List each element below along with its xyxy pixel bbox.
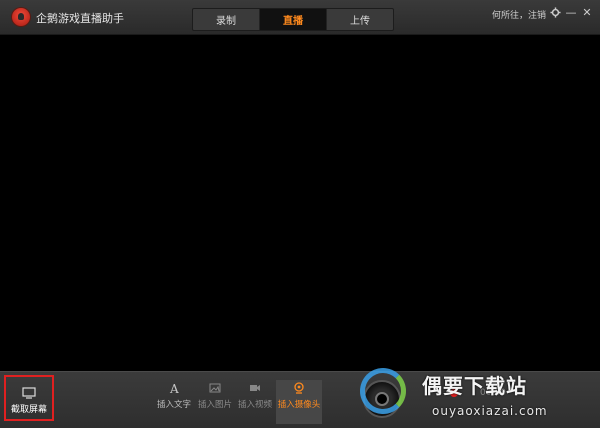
- text-icon: A: [169, 382, 179, 394]
- monitor-icon: [22, 387, 36, 399]
- mode-tabs: 录制 直播 上传: [192, 8, 394, 31]
- insert-text-button[interactable]: A 插入文字: [155, 382, 193, 422]
- insert-webcam-button[interactable]: 插入摄像头: [276, 380, 322, 424]
- user-logout-link[interactable]: 何所往，注销: [492, 8, 546, 21]
- tab-record[interactable]: 录制: [193, 9, 260, 30]
- insert-video-label: 插入视频: [237, 400, 272, 410]
- image-icon: [209, 383, 221, 393]
- webcam-icon: [294, 382, 304, 394]
- video-icon: [250, 385, 260, 391]
- insert-image-button[interactable]: 插入图片: [196, 382, 234, 422]
- svg-text:A: A: [169, 382, 179, 394]
- title-bar: 企鹅游戏直播助手 录制 直播 上传 何所往，注销 — ✕: [0, 0, 600, 35]
- insert-text-label: 插入文字: [156, 400, 191, 410]
- insert-video-button[interactable]: 插入视频: [236, 382, 274, 422]
- watermark-logo-icon: [360, 368, 406, 414]
- app-title: 企鹅游戏直播助手: [36, 12, 124, 25]
- minimize-button[interactable]: —: [563, 4, 579, 20]
- app-logo-icon: [12, 8, 30, 26]
- tab-upload[interactable]: 上传: [327, 9, 393, 30]
- capture-screen-label: 截取屏幕: [10, 405, 47, 415]
- insert-image-label: 插入图片: [197, 400, 232, 410]
- insert-webcam-label: 插入摄像头: [277, 400, 321, 410]
- tab-live[interactable]: 直播: [260, 9, 327, 30]
- live-preview-area: [0, 35, 600, 371]
- capture-screen-button[interactable]: 截取屏幕: [4, 375, 54, 421]
- gear-icon[interactable]: [547, 4, 563, 20]
- watermark-name: 偶要下载站: [422, 374, 527, 398]
- site-watermark: 偶要下载站 ouyaoxiazai.com: [360, 366, 600, 427]
- close-button[interactable]: ✕: [579, 4, 595, 20]
- watermark-url: ouyaoxiazai.com: [432, 404, 548, 418]
